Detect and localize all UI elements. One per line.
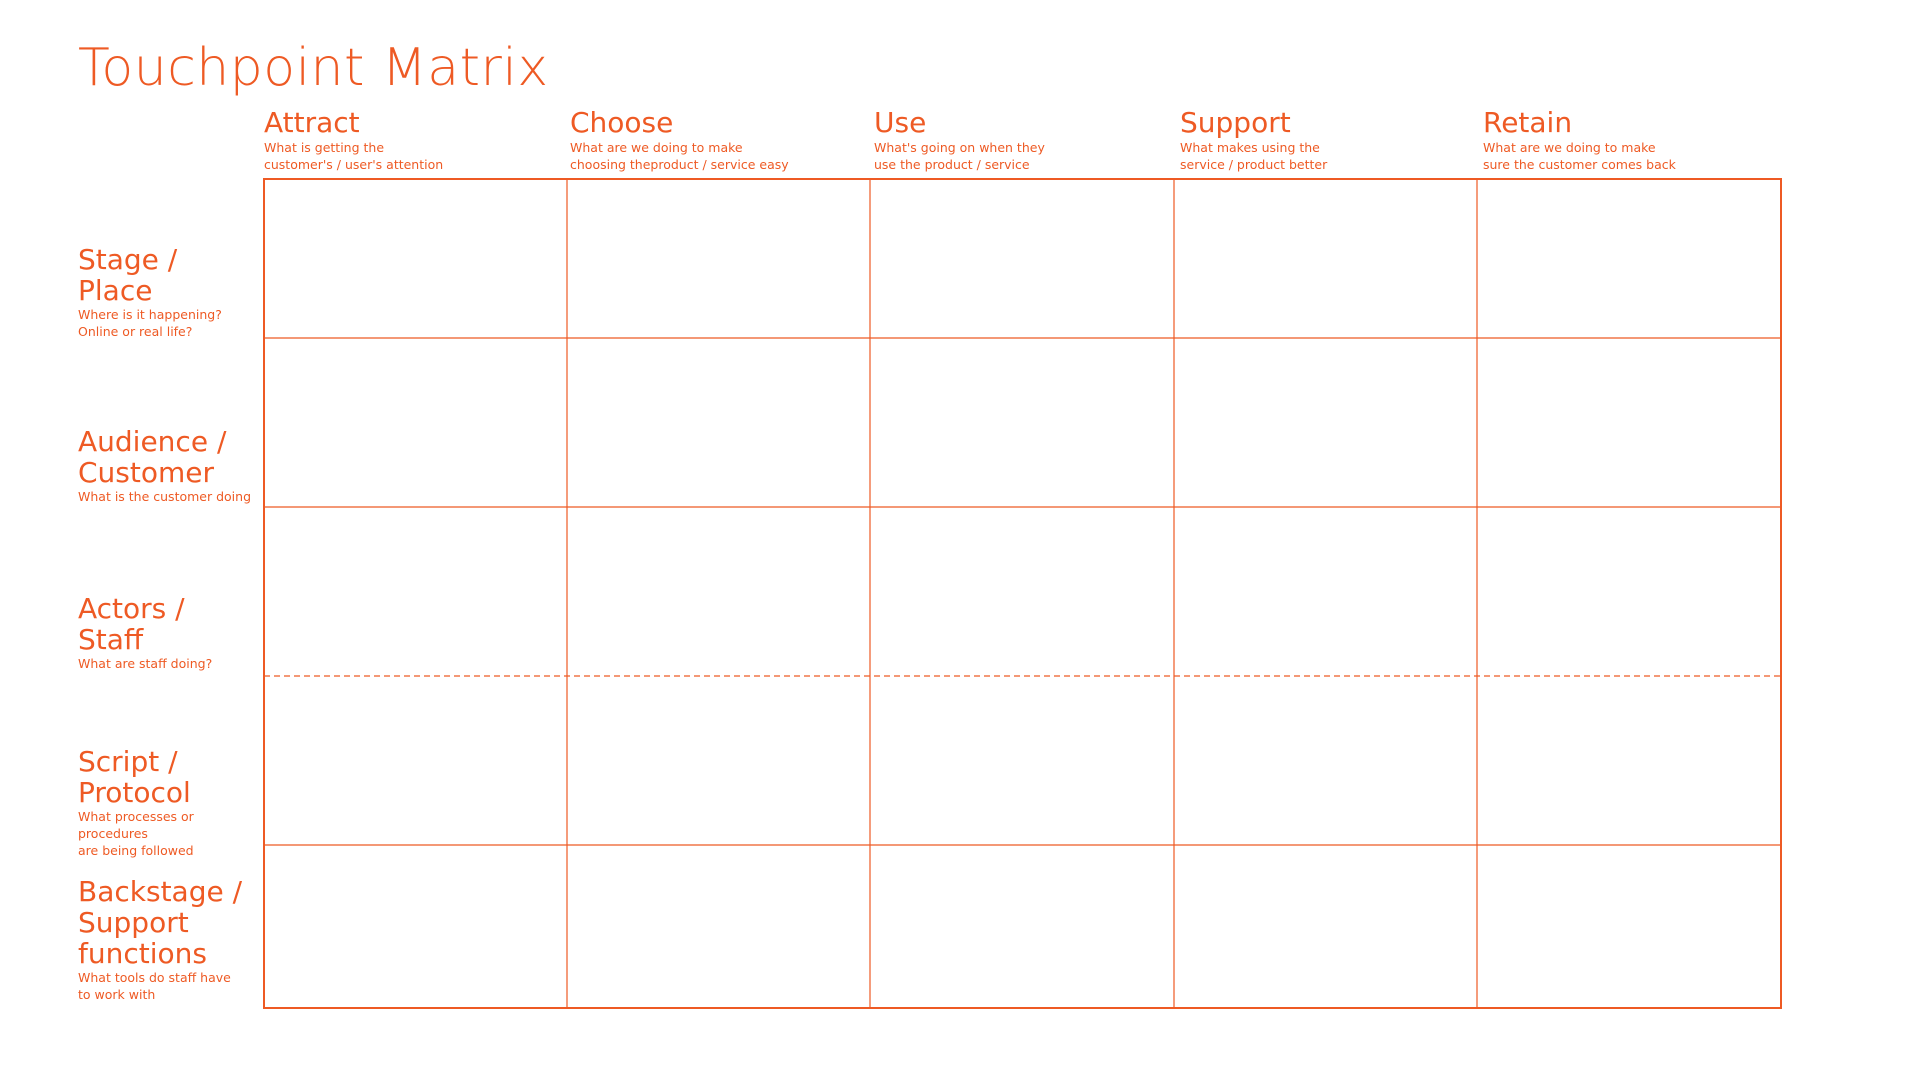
matrix-border — [263, 178, 1782, 1009]
matrix-grid — [263, 178, 1782, 1009]
